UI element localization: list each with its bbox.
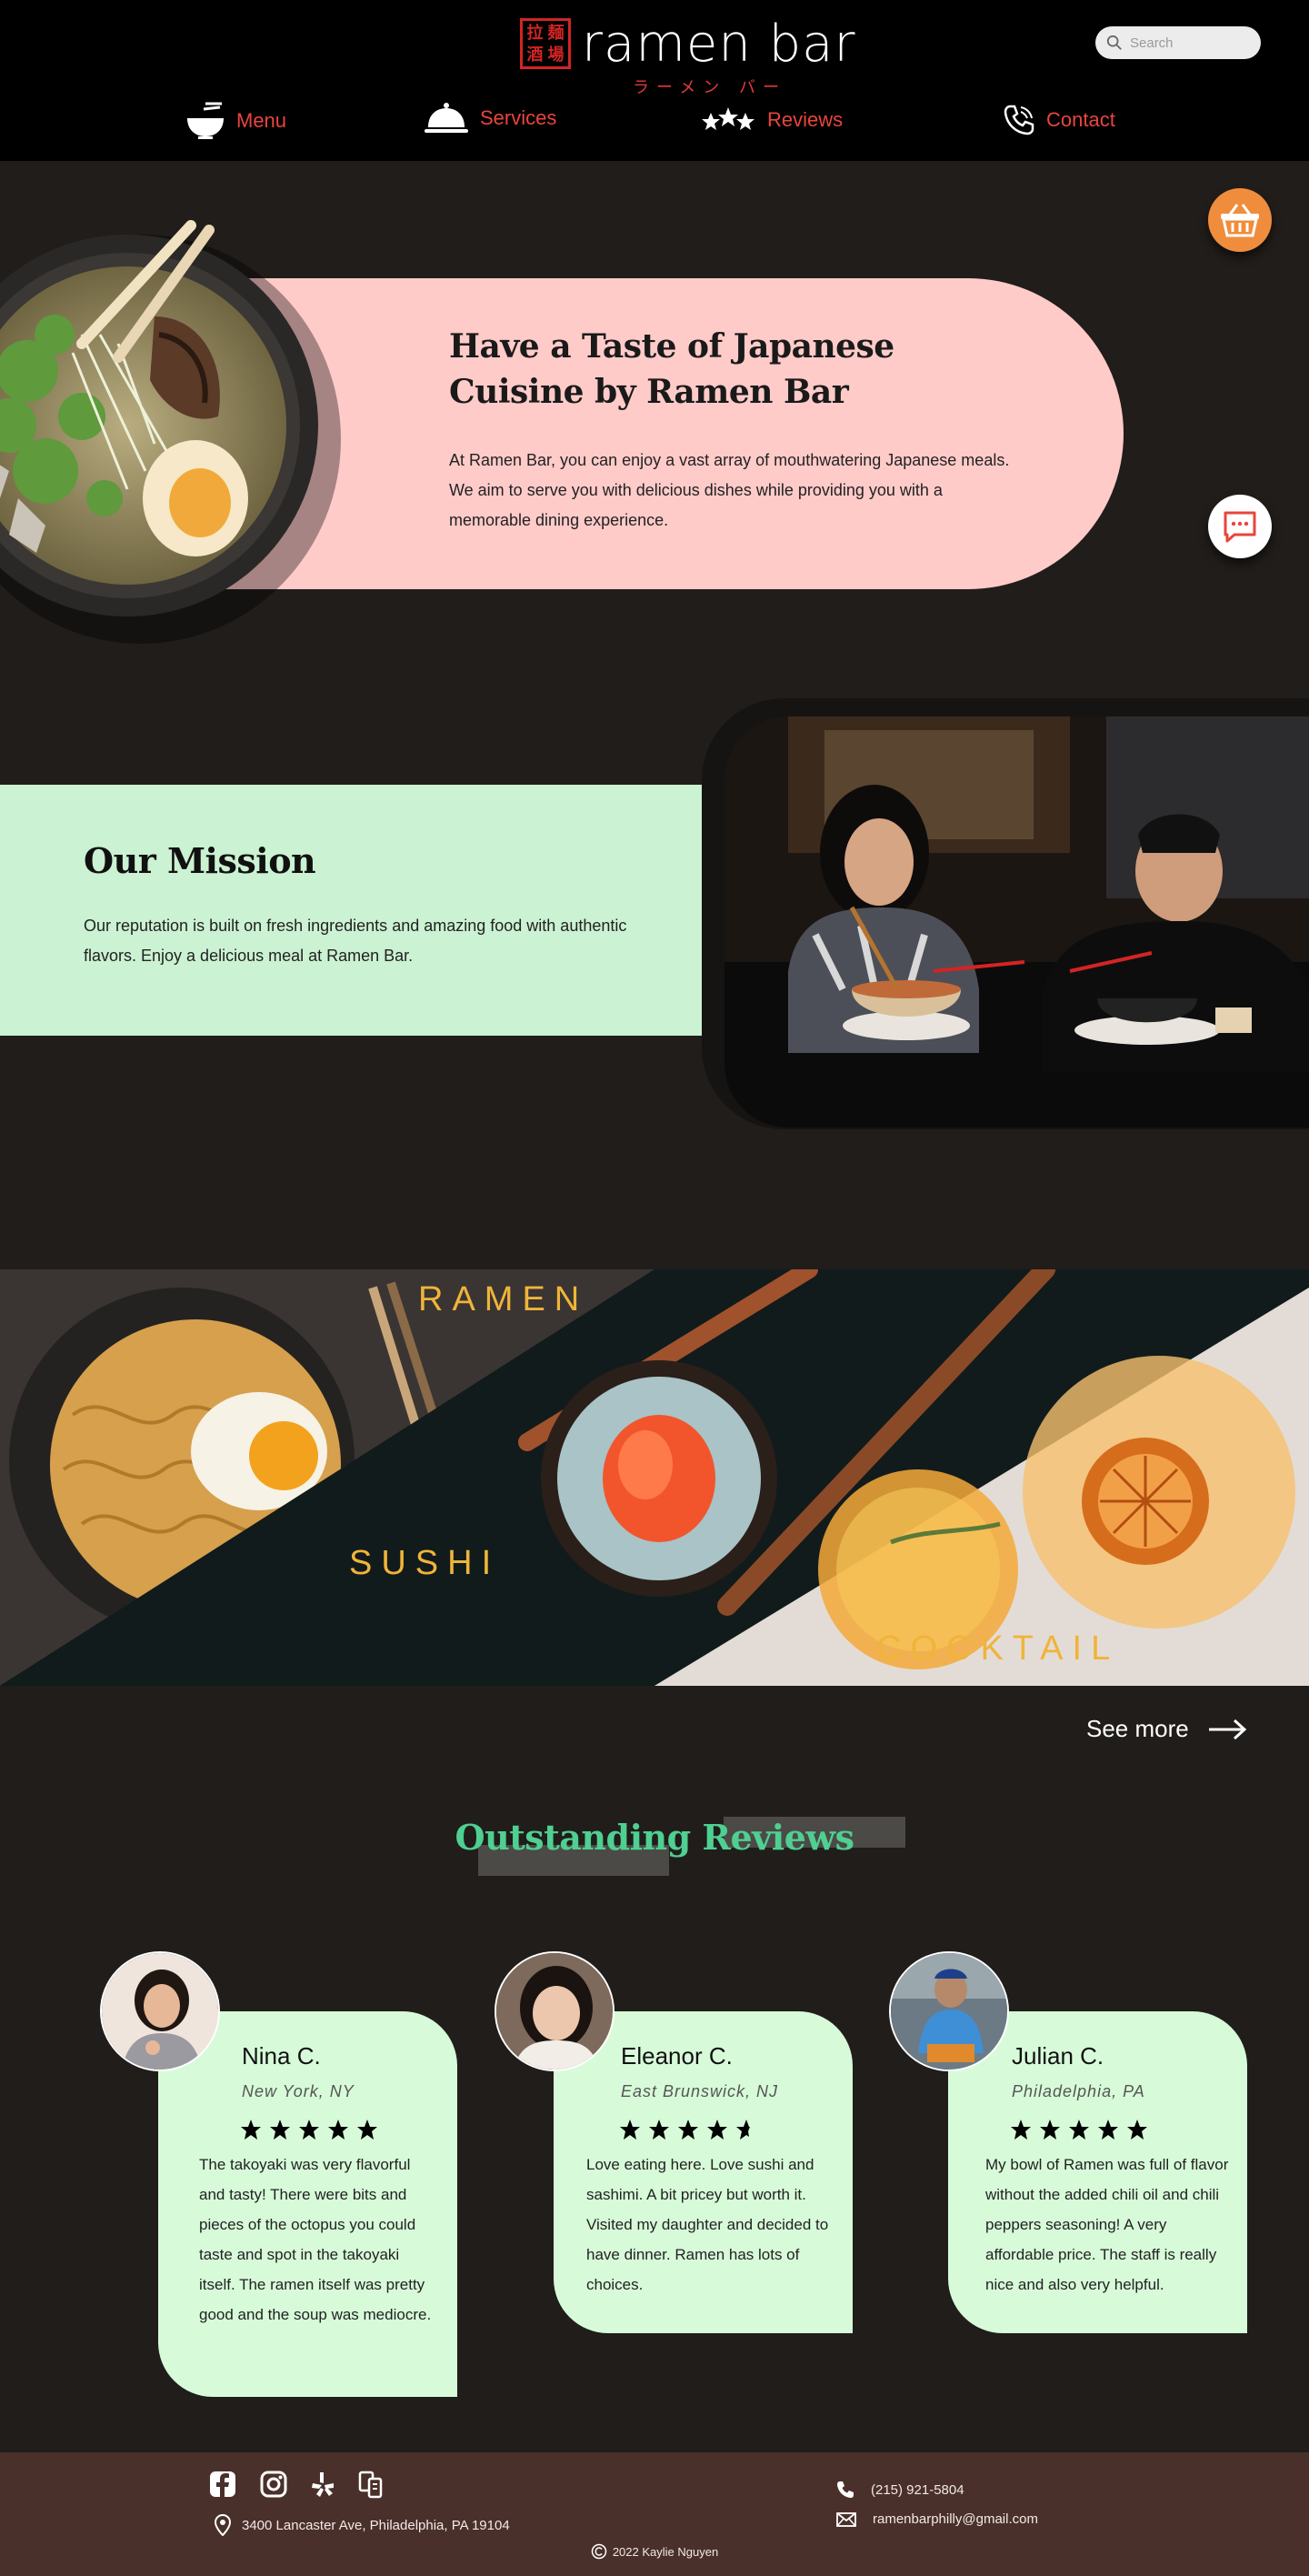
logo-seal: 拉 麺 酒 場	[520, 18, 571, 69]
phone-text: (215) 921-5804	[871, 2481, 964, 2498]
location-pin-icon	[215, 2514, 231, 2536]
stars-icon	[702, 107, 754, 130]
review-text: My bowl of Ramen was full of flavor with…	[985, 2156, 1229, 2293]
nav-services[interactable]: Services	[424, 100, 556, 136]
see-more-link[interactable]: See more	[1086, 1715, 1247, 1743]
envelope-icon	[836, 2511, 856, 2527]
mission-title: Our Mission	[84, 840, 316, 881]
email-text: ramenbarphilly@gmail.com	[873, 2511, 1038, 2527]
star-icon	[1127, 2120, 1147, 2140]
instagram-icon[interactable]	[260, 2471, 287, 2501]
star-icon	[678, 2120, 698, 2140]
star-icon	[620, 2120, 640, 2140]
food-banner: RAMEN SUSHI COCKTAIL	[0, 1269, 1309, 1686]
star-icon	[1040, 2120, 1060, 2140]
star-icon	[1069, 2120, 1089, 2140]
rating-stars	[1010, 2119, 1148, 2140]
star-icon	[241, 2120, 261, 2140]
rating-stars	[619, 2119, 757, 2140]
star-icon	[1011, 2120, 1031, 2140]
avatar	[495, 1951, 615, 2071]
banner-label-cocktail: COCKTAIL	[876, 1629, 1120, 1668]
search-input[interactable]	[1130, 35, 1257, 51]
chat-icon	[1224, 511, 1256, 543]
rating-stars	[240, 2119, 378, 2140]
seal-char: 場	[547, 45, 565, 65]
facebook-icon[interactable]	[209, 2471, 236, 2501]
star-icon	[1098, 2120, 1118, 2140]
diners-photo-image	[724, 717, 1309, 1128]
copyright: 2022 Kaylie Nguyen	[0, 2543, 1309, 2560]
copyright-text: 2022 Kaylie Nguyen	[612, 2544, 719, 2559]
nav-menu[interactable]: Menu	[185, 102, 286, 140]
star-icon	[270, 2120, 290, 2140]
yelp-icon[interactable]	[311, 2471, 335, 2501]
reviewer-location: New York, NY	[242, 2082, 355, 2100]
copyright-icon	[591, 2543, 607, 2560]
nav-reviews[interactable]: Reviews	[700, 105, 843, 135]
footer-address: 3400 Lancaster Ave, Philadelphia, PA 191…	[215, 2514, 510, 2536]
reviewer-name: Nina C.	[242, 2042, 321, 2070]
brand-subtitle: ラーメン バー	[633, 78, 787, 97]
nav-menu-label: Menu	[236, 109, 287, 132]
avatar	[889, 1951, 1009, 2071]
ramen-bowl-icon	[187, 102, 224, 139]
star-icon	[299, 2120, 319, 2140]
reviewer-location: East Brunswick, NJ	[621, 2082, 779, 2100]
nav-services-label: Services	[480, 106, 557, 129]
basket-icon	[1221, 204, 1259, 237]
review-text: The takoyaki was very flavorful and tast…	[199, 2156, 432, 2323]
review-text: Love eating here. Love sushi and sashimi…	[586, 2156, 829, 2293]
mission-card	[0, 785, 727, 1036]
search-icon	[1106, 35, 1122, 50]
banner-label-sushi: SUSHI	[349, 1544, 501, 1582]
main-nav: Menu Services Reviews Contact	[0, 100, 1309, 145]
hero-title: Have a Taste of Japanese Cuisine by Rame…	[449, 327, 894, 411]
reviewer-name: Julian C.	[1012, 2042, 1104, 2070]
cart-button[interactable]	[1208, 188, 1272, 252]
address-text: 3400 Lancaster Ave, Philadelphia, PA 191…	[242, 2517, 510, 2533]
star-icon	[328, 2120, 348, 2140]
cloche-icon	[425, 103, 468, 133]
star-icon	[357, 2120, 377, 2140]
search-bar	[1095, 26, 1261, 59]
brand-name: ramen bar	[582, 15, 856, 74]
chat-button[interactable]	[1208, 495, 1272, 558]
reviewer-location: Philadelphia, PA	[1012, 2082, 1145, 2100]
hero-text: At Ramen Bar, you can enjoy a vast array…	[449, 451, 1010, 529]
nav-contact[interactable]: Contact	[1003, 104, 1115, 136]
site-header: 拉 麺 酒 場 ramen bar ラーメン バー Menu	[0, 0, 1309, 161]
nav-contact-label: Contact	[1046, 108, 1115, 131]
star-half-icon	[736, 2120, 750, 2140]
avatar	[100, 1951, 220, 2071]
diners-photo	[724, 717, 1309, 1128]
brand-logo[interactable]: 拉 麺 酒 場 ramen bar ラーメン バー	[520, 18, 856, 98]
see-more-label: See more	[1086, 1715, 1189, 1742]
seal-char: 酒	[526, 45, 544, 65]
social-links	[209, 2470, 384, 2502]
footer-phone[interactable]: (215) 921-5804	[836, 2481, 964, 2499]
mission-text: Our reputation is built on fresh ingredi…	[84, 917, 627, 965]
footer-email[interactable]: ramenbarphilly@gmail.com	[836, 2511, 1038, 2527]
food-banner-image	[0, 1269, 1309, 1686]
seal-char: 麺	[547, 24, 565, 43]
star-icon	[707, 2120, 727, 2140]
banner-label-ramen: RAMEN	[418, 1280, 589, 1318]
grubhub-icon[interactable]	[358, 2470, 384, 2502]
nav-reviews-label: Reviews	[767, 108, 844, 131]
seal-char: 拉	[526, 24, 544, 43]
phone-icon	[1004, 105, 1034, 135]
phone-icon	[837, 2481, 854, 2498]
reviewer-name: Eleanor C.	[621, 2042, 733, 2070]
arrow-right-icon	[1208, 1719, 1246, 1739]
reviews-title: Outstanding Reviews	[455, 1817, 854, 1858]
star-icon	[649, 2120, 669, 2140]
